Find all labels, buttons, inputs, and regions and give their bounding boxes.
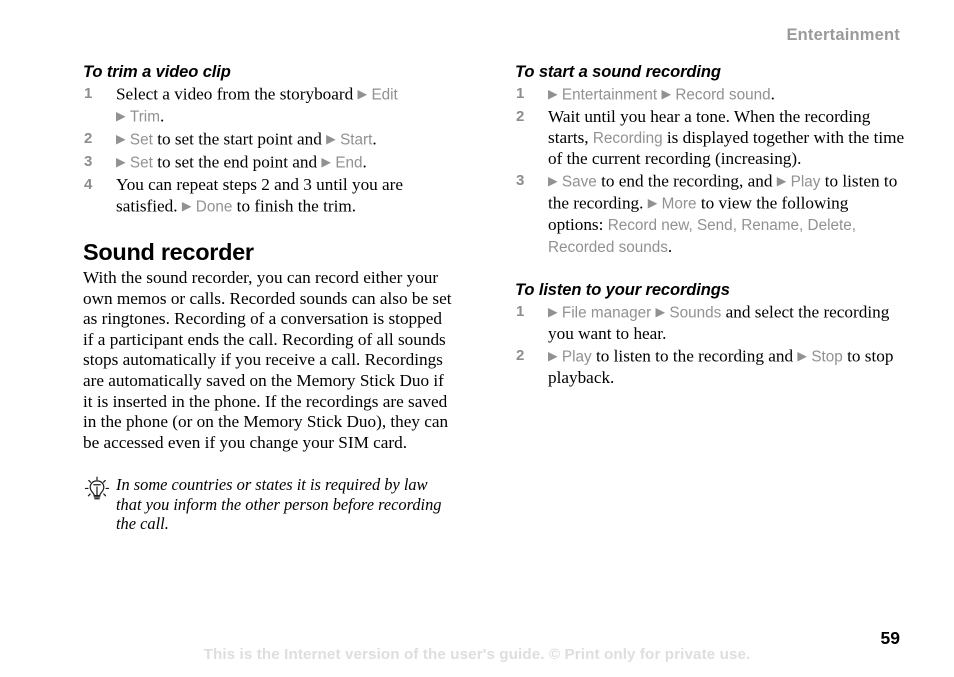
list-separator: , [799, 217, 808, 235]
menu-term-set: Set [129, 131, 153, 149]
step-number: 2 [84, 130, 93, 148]
menu-option-send: Send [696, 217, 733, 235]
menu-option-recorded-sounds: Recorded sounds [548, 238, 668, 256]
menu-term-end: End [335, 154, 363, 172]
step-text-tail: . [362, 152, 367, 172]
menu-option-delete: Delete [807, 217, 852, 235]
step-item: 2 ▶ Play to listen to the recording and … [515, 346, 905, 389]
step-text-tail: . [372, 129, 377, 149]
step-item: 3 ▶ Set to set the end point and ▶ End. [83, 152, 455, 174]
step-list-trim-video: 1 Select a video from the storyboard ▶ E… [83, 84, 455, 218]
step-text-tail: . [159, 106, 165, 126]
menu-arrow-icon: ▶ [776, 173, 787, 188]
menu-arrow-icon: ▶ [548, 305, 558, 320]
menu-arrow-icon: ▶ [797, 348, 808, 363]
list-separator: , [688, 217, 697, 235]
menu-option-record-new: Record new [607, 217, 689, 235]
menu-arrow-icon: ▶ [548, 173, 558, 188]
lightbulb-icon [83, 476, 111, 504]
menu-arrow-icon: ▶ [116, 109, 126, 124]
procedure-title-start-sound-recording: To start a sound recording [515, 63, 721, 81]
menu-arrow-icon: ▶ [116, 132, 126, 147]
step-number: 2 [516, 346, 525, 364]
menu-term-entertainment: Entertainment [561, 86, 658, 104]
menu-term-play: Play [561, 348, 592, 366]
step-number: 1 [516, 303, 525, 321]
list-separator: , [851, 217, 856, 235]
menu-arrow-icon: ▶ [655, 305, 666, 320]
step-item: 4 You can repeat steps 2 and 3 until you… [83, 175, 455, 218]
procedure-title-trim-video: To trim a video clip [83, 63, 231, 81]
menu-arrow-icon: ▶ [321, 155, 332, 170]
section-title-sound-recorder: Sound recorder [83, 239, 254, 266]
menu-term-set: Set [129, 154, 153, 172]
step-number: 3 [84, 153, 93, 171]
step-text: to listen to the recording and [591, 346, 798, 366]
menu-term-record-sound: Record sound [675, 86, 771, 104]
menu-arrow-icon: ▶ [647, 195, 658, 210]
step-number: 4 [84, 176, 93, 194]
tip-note: In some countries or states it is requir… [83, 475, 455, 534]
step-text: to end the recording, and [596, 171, 777, 191]
step-item: 2 ▶ Set to set the start point and ▶ Sta… [83, 129, 455, 151]
step-number: 3 [516, 171, 525, 189]
step-item: 1 ▶ File manager ▶ Sounds and select the… [515, 302, 905, 345]
procedure-title-listen-recordings: To listen to your recordings [515, 281, 730, 300]
menu-arrow-icon: ▶ [357, 87, 368, 101]
step-text-tail: . [770, 84, 775, 104]
running-header-title: Entertainment [786, 26, 900, 44]
menu-term-stop: Stop [811, 348, 843, 366]
step-item: 3 ▶ Save to end the recording, and ▶ Pla… [515, 171, 905, 258]
step-text-tail: . [667, 236, 673, 256]
menu-arrow-icon: ▶ [326, 132, 336, 147]
step-item: 1 Select a video from the storyboard ▶ E… [83, 84, 455, 128]
step-list-listen-recordings: 1 ▶ File manager ▶ Sounds and select the… [515, 302, 905, 388]
menu-arrow-icon: ▶ [661, 87, 672, 101]
tip-text: In some countries or states it is requir… [116, 475, 442, 534]
menu-arrow-icon: ▶ [181, 198, 192, 213]
menu-arrow-icon: ▶ [548, 348, 558, 363]
step-number: 2 [516, 108, 525, 126]
menu-term-sounds: Sounds [669, 304, 722, 322]
page-number: 59 [880, 628, 900, 648]
step-item: 2 Wait until you hear a tone. When the r… [515, 107, 905, 170]
menu-term-file-manager: File manager [561, 304, 652, 322]
footer-copyright-note: This is the Internet version of the user… [203, 646, 751, 663]
section-paragraph: With the sound recorder, you can record … [83, 268, 452, 452]
step-text: Select a video from the storyboard [116, 84, 358, 104]
menu-arrow-icon: ▶ [548, 87, 558, 101]
menu-term-start: Start [340, 131, 373, 149]
menu-term-edit: Edit [371, 86, 398, 104]
step-list-start-recording: 1 ▶ Entertainment ▶ Record sound. 2 Wait… [515, 84, 905, 258]
step-text: to set the end point and [152, 152, 322, 172]
menu-term-save: Save [561, 173, 597, 191]
left-column: To trim a video clip 1 Select a video fr… [83, 62, 455, 534]
menu-term-play: Play [790, 173, 821, 191]
step-number: 1 [84, 85, 93, 102]
list-separator: , [732, 217, 742, 235]
step-text: to set the start point and [152, 129, 327, 149]
menu-option-rename: Rename [741, 217, 800, 235]
step-text-tail: to finish the trim. [232, 196, 357, 216]
right-column: To start a sound recording 1 ▶ Entertain… [515, 62, 905, 390]
menu-term-done: Done [195, 198, 233, 216]
menu-term-trim: Trim [129, 108, 160, 126]
step-item: 1 ▶ Entertainment ▶ Record sound. [515, 84, 905, 106]
step-number: 1 [516, 85, 525, 102]
menu-term-more: More [661, 195, 697, 213]
status-term-recording: Recording [592, 129, 663, 147]
menu-arrow-icon: ▶ [116, 155, 126, 170]
